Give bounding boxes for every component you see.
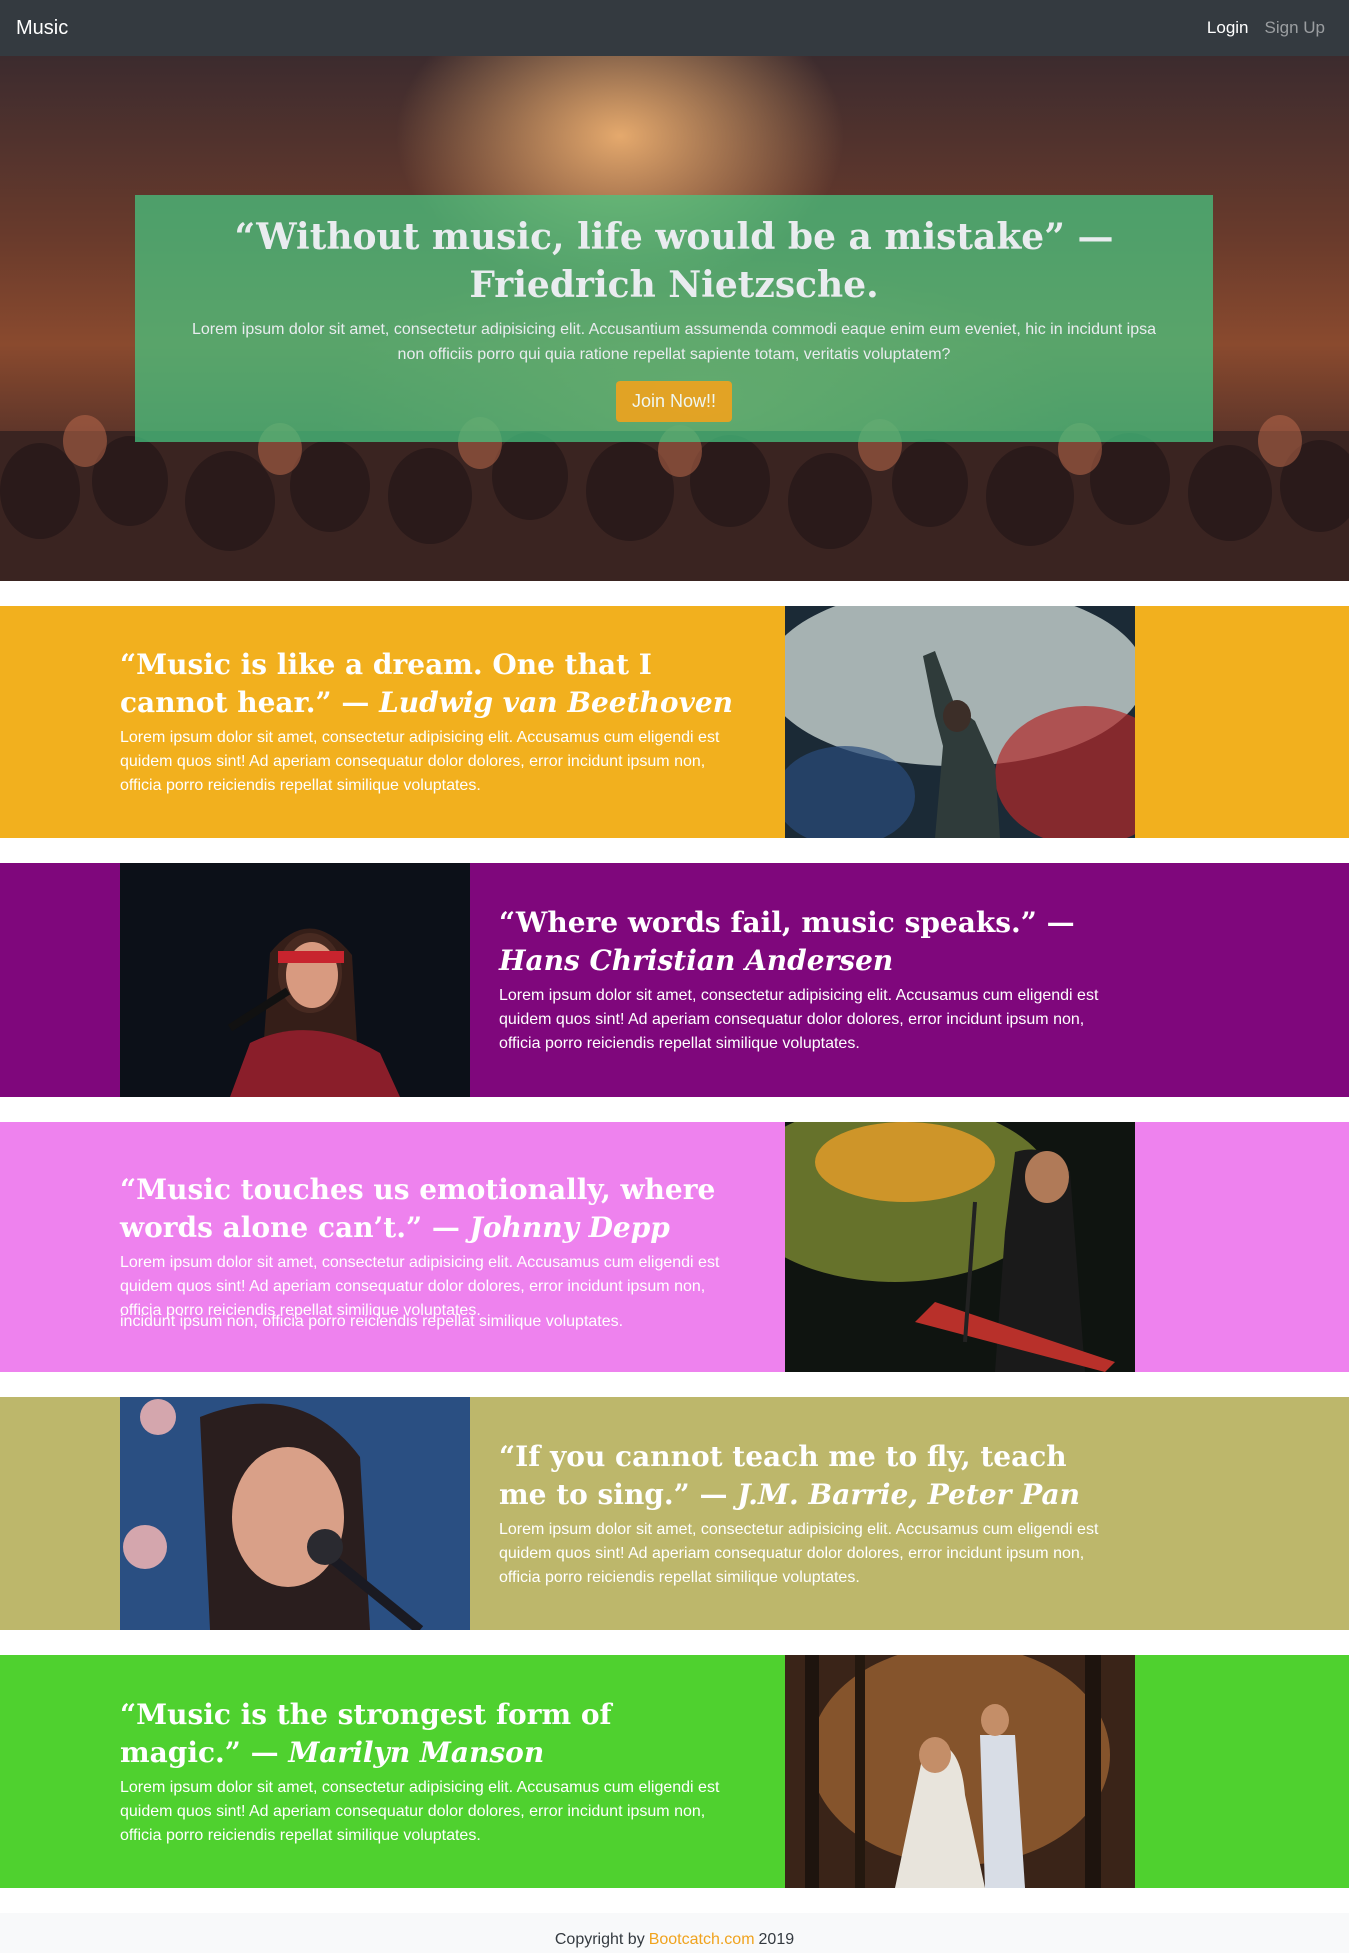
singer-on-stage-image [785, 606, 1135, 838]
feature-beethoven: “Music is like a dream. One that I canno… [0, 606, 1349, 838]
couple-dancing-image [785, 1655, 1135, 1888]
feature-text: “Music is the strongest form of magic.” … [120, 1655, 740, 1888]
feature-quote: “Music touches us emotionally, where wor… [120, 1173, 716, 1244]
quote-author: Johnny Depp [469, 1211, 670, 1244]
feature-text: “Music touches us emotionally, where wor… [120, 1122, 740, 1372]
feature-manson: “Music is the strongest form of magic.” … [0, 1655, 1349, 1888]
feature-andersen: “Where words fail, music speaks.” — Hans… [0, 863, 1349, 1097]
login-link[interactable]: Login [1207, 18, 1249, 38]
woman-singing-eyes-closed-image [120, 1397, 470, 1630]
keyboard-player-image [785, 1122, 1135, 1372]
hero-text: Lorem ipsum dolor sit amet, consectetur … [191, 321, 1157, 363]
feature-quote: “Where words fail, music speaks.” — Hans… [499, 906, 1075, 977]
navbar: Music Login Sign Up [0, 0, 1349, 56]
hero-section: “Without music, life would be a mistake”… [0, 56, 1349, 581]
overflow-text-line: incidunt ipsum non, officia porro reicie… [120, 1313, 624, 1330]
bootcatch-link[interactable]: Bootcatch.com [649, 1931, 755, 1949]
hero-title: “Without music, life would be a mistake”… [234, 216, 1114, 306]
woman-singing-image [120, 863, 470, 1097]
feature-quote: “If you cannot teach me to fly, teach me… [499, 1439, 1080, 1511]
feature-text: “Music is like a dream. One that I canno… [120, 606, 740, 838]
copyright-year: 2019 [758, 1931, 795, 1948]
feature-barrie: “If you cannot teach me to fly, teach me… [0, 1397, 1349, 1630]
quote-author: J.M. Barrie, Peter Pan [737, 1477, 1080, 1511]
copyright-text: Copyright by [554, 1931, 645, 1948]
feature-description: Lorem ipsum dolor sit amet, consectetur … [499, 1520, 1099, 1586]
nav-links: Login Sign Up [1207, 18, 1325, 38]
feature-text: “Where words fail, music speaks.” — Hans… [499, 863, 1109, 1097]
feature-quote: “Music is the strongest form of magic.” … [120, 1697, 612, 1769]
feature-quote: “Music is like a dream. One that I canno… [120, 648, 734, 719]
signup-link[interactable]: Sign Up [1265, 18, 1325, 38]
feature-depp: “Music touches us emotionally, where wor… [0, 1122, 1349, 1372]
brand-logo[interactable]: Music [16, 17, 68, 40]
feature-description: Lorem ipsum dolor sit amet, consectetur … [120, 1778, 720, 1844]
feature-description: Lorem ipsum dolor sit amet, consectetur … [120, 729, 720, 794]
feature-text: “If you cannot teach me to fly, teach me… [499, 1397, 1109, 1630]
hero-quote-box: “Without music, life would be a mistake”… [135, 195, 1213, 442]
quote-author: Ludwig van Beethoven [379, 686, 734, 719]
footer: Copyright by Bootcatch.com 2019 [0, 1913, 1349, 1953]
quote-author: Hans Christian Andersen [499, 944, 894, 977]
feature-description: Lorem ipsum dolor sit amet, consectetur … [499, 987, 1099, 1052]
quote-author: Marilyn Manson [288, 1735, 545, 1769]
join-now-button[interactable]: Join Now!! [615, 381, 733, 422]
